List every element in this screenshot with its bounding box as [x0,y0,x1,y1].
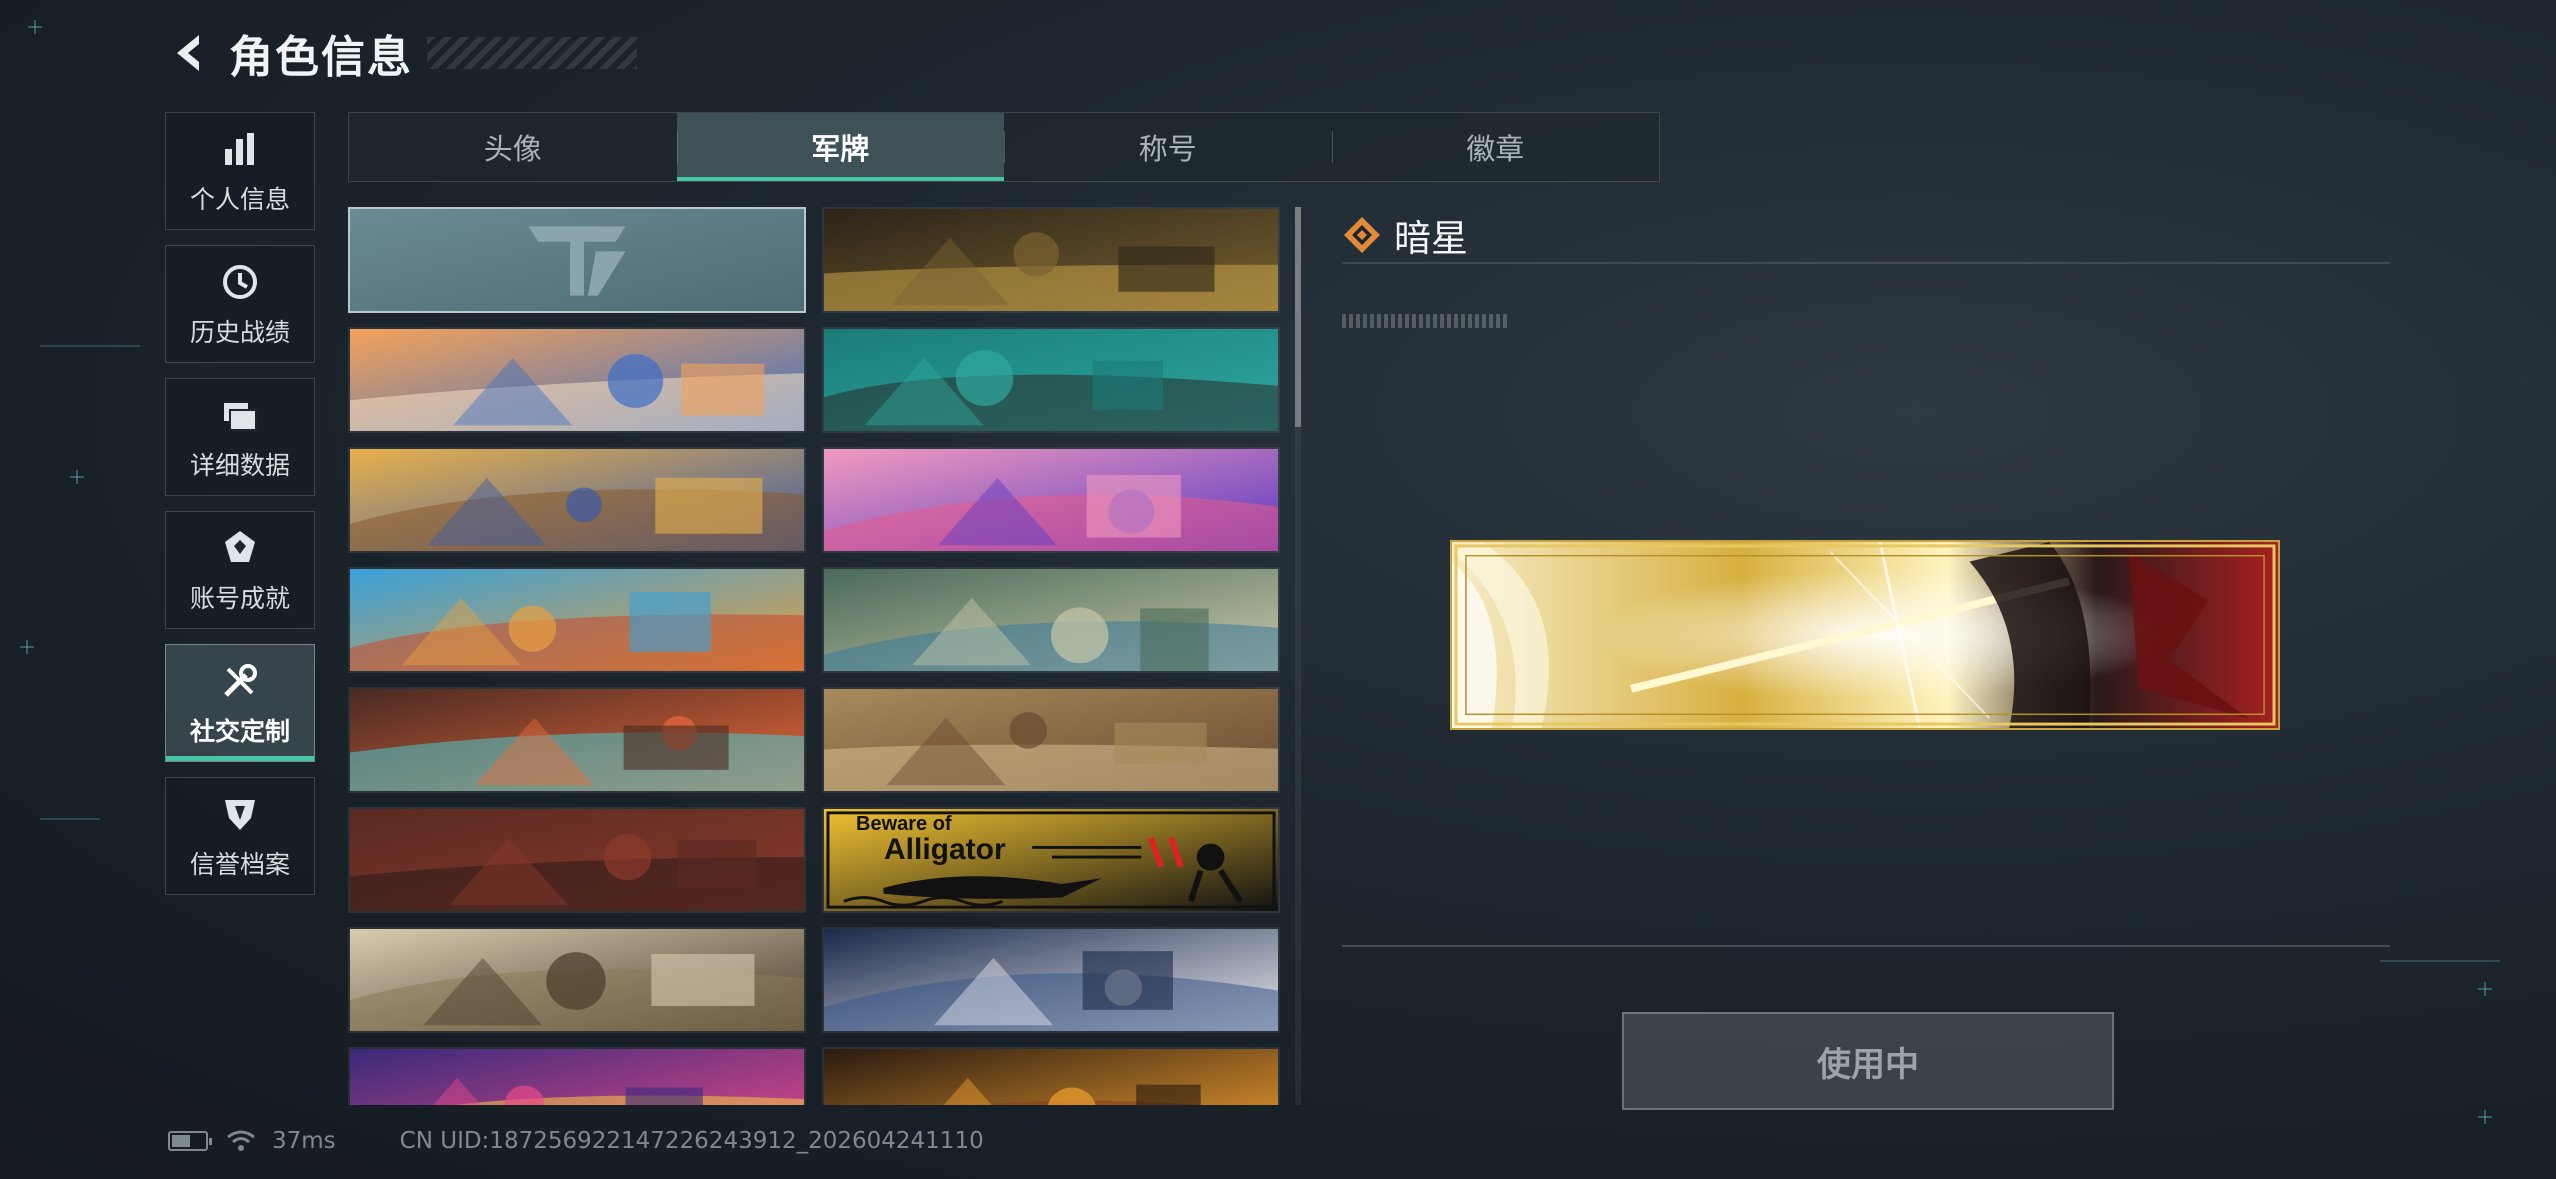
banner-card-mechanic-girl[interactable] [822,567,1280,673]
tab-dogtag[interactable]: 军牌 [676,113,1004,181]
divider [1342,262,2390,264]
sidebar-item-history[interactable]: 历史战绩 [165,245,315,363]
hud-cross [20,640,34,654]
category-tabs: 头像 军牌 称号 徽章 [348,112,1660,182]
hud-cross [70,470,84,484]
detail-subtitle-placeholder [1342,314,1507,328]
detail-name: 暗星 [1394,217,1468,260]
banner-art [350,689,804,791]
banner-card-logo-slate[interactable] [348,207,806,313]
detail-header: 暗星 [1342,208,1468,262]
bar-chart-icon [217,126,263,172]
sidebar-item-achievements[interactable]: 账号成就 [165,511,315,629]
banner-art [824,209,1278,311]
hud-line [2380,960,2500,962]
banner-card-market-stall[interactable] [348,567,806,673]
banner-text-line2: Alligator [884,833,1006,866]
banner-art [350,569,804,671]
sidebar-item-label: 信誉档案 [189,850,290,879]
folder-stack-icon [217,392,263,438]
banner-card-desert-surreal[interactable] [348,447,806,553]
banner-art [824,329,1278,431]
sidebar-item-label: 社交定制 [189,717,290,746]
sidebar-item-social-custom[interactable]: 社交定制 [165,644,315,762]
banner-card-desert-town[interactable] [822,687,1280,793]
banner-art [824,449,1278,551]
banner-art [824,569,1278,671]
sidebar-item-reputation[interactable]: 信誉档案 [165,777,315,895]
title-decoration [427,37,637,69]
hud-cross [2478,982,2492,996]
ping-value: 37ms [272,1128,336,1154]
banner-card-ghost-night[interactable] [822,927,1280,1033]
hud-line [40,818,100,820]
status-bar: 37ms CN UID:187256922147226243912_202604… [168,1128,984,1154]
banner-art [350,1049,804,1105]
tab-avatar[interactable]: 头像 [349,113,677,181]
preview-artwork [1452,542,2278,728]
banner-card-teal-gym[interactable] [822,327,1280,433]
diamond-rarity-icon [1344,217,1380,253]
sidebar-item-label: 详细数据 [189,451,290,480]
banner-card-alligator-sign[interactable]: Beware of Alligator [822,807,1280,913]
banner-art [350,929,804,1031]
hud-cross [28,20,42,34]
uid-text: CN UID:187256922147226243912_20260424111… [399,1128,984,1154]
banner-card-workbench-rifles[interactable] [822,207,1280,313]
banner-card-orange-blue-abstract[interactable] [348,327,806,433]
divider [1342,945,2390,947]
sidebar: 个人信息 历史战绩 详细数据 账号成就 社交定制 信誉档案 [165,112,317,910]
banner-art [350,329,804,431]
banner-art [824,929,1278,1031]
clock-history-icon [217,259,263,305]
tab-title[interactable]: 称号 [1004,113,1332,181]
sidebar-item-label: 个人信息 [189,185,290,214]
wrench-tools-icon [217,658,263,704]
banner-card-soldiers-red[interactable] [348,807,806,913]
sidebar-item-detailed-data[interactable]: 详细数据 [165,378,315,496]
page-header: 角色信息 [165,22,637,84]
hud-cross [2478,1110,2492,1124]
banner-art [824,689,1278,791]
page-title: 角色信息 [229,32,413,83]
sidebar-item-personal-info[interactable]: 个人信息 [165,112,315,230]
banner-art [824,1049,1278,1105]
banner-art [350,449,804,551]
banner-card-tribal-feather[interactable] [348,687,806,793]
hud-line [40,345,140,347]
chevron-left-icon [177,35,199,71]
banner-card-lanterns[interactable] [822,1047,1280,1105]
banner-grid: Beware of Alligator [348,207,1280,1105]
back-button[interactable] [165,28,215,78]
battery-icon [168,1131,212,1151]
banner-card-knight-windmill[interactable] [348,927,806,1033]
banner-preview [1450,540,2280,730]
banner-art [350,209,804,311]
banner-card-pink-train[interactable] [822,447,1280,553]
banner-art [350,809,804,911]
shield-emblem-icon [217,791,263,837]
in-use-button[interactable]: 使用中 [1622,1012,2114,1110]
tab-badge[interactable]: 徽章 [1331,113,1660,181]
sidebar-item-label: 历史战绩 [189,318,290,347]
banner-card-day-of-dead[interactable] [348,1047,806,1105]
scroll-thumb[interactable] [1295,207,1301,427]
wifi-icon [227,1130,255,1151]
medal-icon [217,525,263,571]
sidebar-item-label: 账号成就 [189,584,290,613]
grid-scrollbar[interactable] [1295,207,1301,1105]
